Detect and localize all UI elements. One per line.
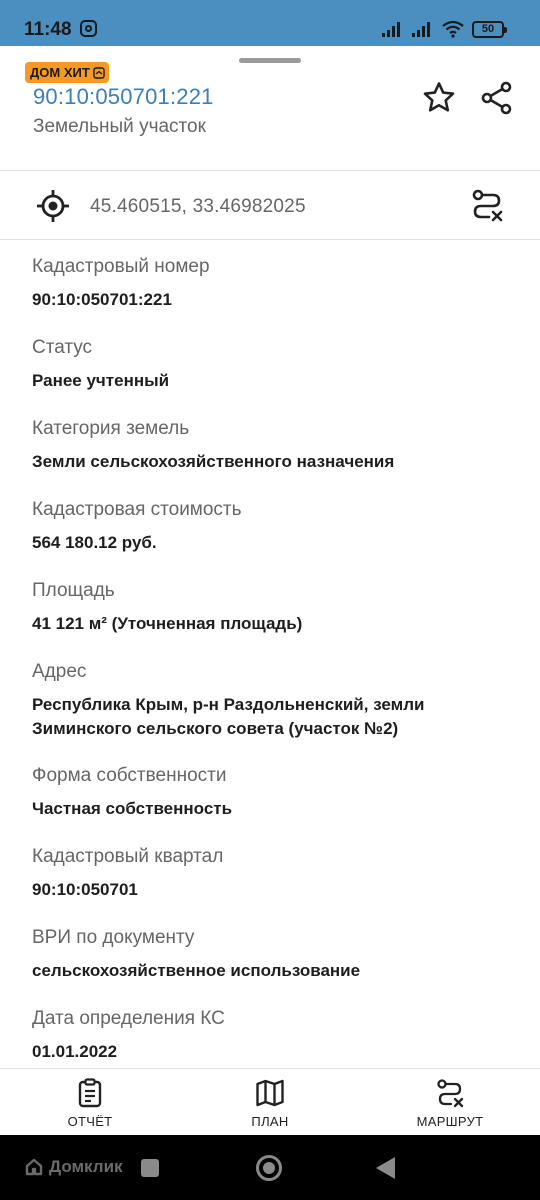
field-label: Статус [32,337,93,358]
signal-icon-2 [412,21,430,37]
field-label: ВРИ по документу [32,927,195,948]
status-bar: 11:48 50 [0,0,540,46]
plan-button[interactable]: ПЛАН [230,1069,310,1136]
star-icon[interactable] [421,80,457,116]
route-label: МАРШРУТ [416,1114,484,1129]
report-label: ОТЧЁТ [67,1114,113,1129]
field-value[interactable]: 90:10:050701 [32,878,522,902]
share-icon[interactable] [479,80,515,116]
coordinates-divider [0,239,540,240]
field-permitted-use: ВРИ по документу сельскохозяйственное ис… [32,926,522,983]
sheet-drag-handle[interactable] [239,58,301,63]
wifi-icon [442,20,464,38]
route-icon[interactable] [469,187,505,223]
field-label: Дата определения КС [32,1008,225,1029]
instagram-icon [80,20,97,37]
field-cadastral-number: Кадастровый номер 90:10:050701:221 [32,255,522,312]
system-nav-bar: Домклик [0,1135,540,1200]
badge-label: ДОМ ХИТ [30,65,90,80]
home-button[interactable] [256,1155,282,1181]
object-type: Земельный участок [33,116,206,137]
field-valuation-date: Дата определения КС 01.01.2022 [32,1007,522,1064]
field-value: 01.01.2022 [32,1042,118,1061]
field-value: сельскохозяйственное использование [32,961,361,980]
field-label: Адрес [32,661,87,682]
back-button[interactable] [376,1157,395,1179]
field-value: 41 121 м² (Уточненная площадь) [32,614,303,633]
field-label: Категория земель [32,418,190,439]
field-value: Частная собственность [32,799,233,818]
domclick-watermark: Домклик [24,1157,123,1177]
field-ownership-form: Форма собственности Частная собственност… [32,764,522,821]
field-value[interactable]: Республика Крым, р-н Раздольненский, зем… [32,693,522,741]
field-cadastral-quarter: Кадастровый квартал 90:10:050701 [32,845,522,902]
battery-icon: 50 [472,21,507,38]
field-value: Ранее учтенный [32,371,170,390]
bottom-action-bar: ОТЧЁТ ПЛАН МАРШРУТ [0,1068,540,1135]
signal-icon [382,21,400,37]
field-value[interactable]: 90:10:050701:221 [32,288,522,312]
coordinates-row: 45.460515, 33.46982025 [0,171,540,239]
target-icon[interactable] [35,188,71,224]
route-icon [437,1079,464,1108]
field-address: Адрес Республика Крым, р-н Раздольненски… [32,660,522,741]
route-button[interactable]: МАРШРУТ [400,1069,500,1136]
map-icon [256,1079,284,1107]
field-label: Кадастровый квартал [32,846,224,867]
field-label: Кадастровая стоимость [32,499,242,520]
field-value: 564 180.12 руб. [32,533,157,552]
recents-button[interactable] [141,1159,159,1177]
coordinates-text[interactable]: 45.460515, 33.46982025 [90,196,306,218]
field-value: Земли сельскохозяйственного назначения [32,452,395,471]
plan-label: ПЛАН [251,1114,289,1129]
field-land-category: Категория земель Земли сельскохозяйствен… [32,417,522,474]
domclick-brand-label: Домклик [49,1157,123,1176]
field-area: Площадь 41 121 м² (Уточненная площадь) [32,579,522,636]
field-label: Форма собственности [32,765,227,786]
status-time: 11:48 [24,19,72,40]
domclick-logo-icon [25,1158,43,1176]
field-cadastral-value: Кадастровая стоимость 564 180.12 руб. [32,498,522,555]
badge-house-icon [93,66,105,79]
report-button[interactable]: ОТЧЁТ [50,1069,130,1136]
field-label: Площадь [32,580,115,601]
field-label: Кадастровый номер [32,256,210,277]
report-icon [78,1078,102,1108]
dom-hit-badge: ДОМ ХИТ [25,62,109,83]
field-status: Статус Ранее учтенный [32,336,522,393]
cadastral-number-title[interactable]: 90:10:050701:221 [33,84,214,110]
